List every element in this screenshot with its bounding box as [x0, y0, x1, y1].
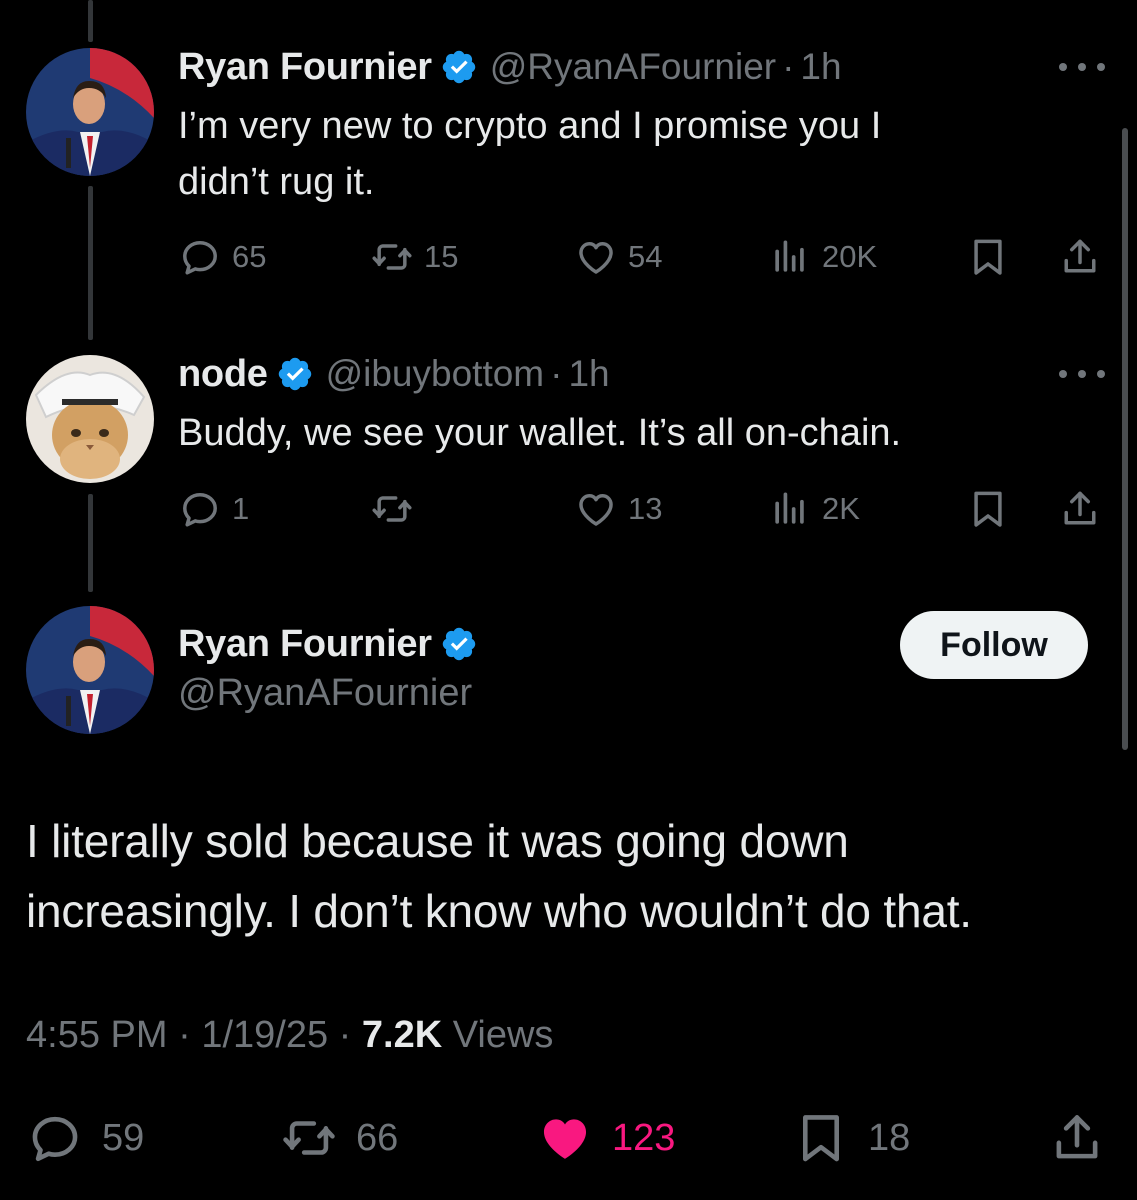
timestamp[interactable]: 1h — [568, 353, 609, 395]
repost-icon — [370, 487, 414, 531]
views-button[interactable]: 20K — [768, 234, 877, 280]
timestamp[interactable]: 1h — [800, 46, 841, 88]
user-handle[interactable]: @ibuybottom — [326, 353, 545, 395]
share-button[interactable] — [1058, 486, 1102, 532]
share-icon — [1058, 487, 1102, 531]
main-tweet-header: Ryan Fournier — [178, 622, 478, 666]
display-name[interactable]: Ryan Fournier — [178, 623, 432, 666]
avatar[interactable] — [26, 606, 154, 734]
action-bar: 65 15 54 20K — [178, 234, 1108, 280]
heart-filled-icon — [536, 1109, 594, 1167]
bookmark-button[interactable] — [966, 234, 1010, 280]
reply-count: 59 — [102, 1116, 145, 1159]
share-button[interactable] — [1048, 1108, 1106, 1168]
views-button[interactable]: 2K — [768, 486, 860, 532]
tweet-text-line: increasingly. I don’t know who wouldn’t … — [26, 885, 972, 937]
tweet-text: Buddy, we see your wallet. It’s all on-c… — [178, 405, 1027, 461]
like-button[interactable]: 123 — [536, 1108, 675, 1168]
bookmark-button[interactable]: 18 — [792, 1108, 910, 1168]
heart-icon — [574, 235, 618, 279]
repost-button[interactable]: 66 — [280, 1108, 398, 1168]
reply-icon — [178, 235, 222, 279]
follow-button[interactable]: Follow — [900, 611, 1088, 679]
tweet-header: node @ibuybottom · 1h — [178, 352, 610, 396]
avatar[interactable] — [26, 48, 154, 176]
bookmark-icon — [792, 1109, 850, 1167]
avatar-photo-cat — [26, 355, 154, 483]
avatar-photo-ryan — [26, 48, 154, 176]
reply-button[interactable]: 59 — [26, 1108, 144, 1168]
reply-count: 65 — [232, 239, 267, 274]
views-label: Views — [452, 1014, 554, 1056]
reply-icon — [26, 1109, 84, 1167]
reply-icon — [178, 487, 222, 531]
main-action-bar: 59 66 123 18 — [26, 1108, 1116, 1168]
main-tweet-text: I literally sold because it was going do… — [26, 806, 1097, 946]
like-button[interactable]: 13 — [574, 486, 662, 532]
views-count: 20K — [822, 239, 878, 274]
post-date[interactable]: 1/19/25 — [201, 1014, 328, 1056]
user-handle[interactable]: @RyanAFournier — [178, 672, 472, 715]
bookmark-icon — [966, 235, 1010, 279]
views-total: 7.2K — [361, 1014, 443, 1056]
thread-line-top — [88, 0, 93, 42]
like-count: 54 — [628, 239, 663, 274]
tweet-text-line: I’m very new to crypto and I promise you… — [178, 105, 882, 147]
views-chart-icon — [768, 235, 812, 279]
share-icon — [1048, 1109, 1106, 1167]
share-button[interactable] — [1058, 234, 1102, 280]
repost-button[interactable] — [370, 486, 414, 532]
avatar[interactable] — [26, 355, 154, 483]
tweet-text-line: Buddy, we see your wallet. It’s all on-c… — [178, 412, 902, 454]
verified-icon — [440, 625, 478, 663]
display-name[interactable]: Ryan Fournier — [178, 46, 432, 89]
like-count: 13 — [628, 491, 663, 526]
tweet-text-line: I literally sold because it was going do… — [26, 815, 849, 867]
more-options-icon[interactable] — [1059, 57, 1105, 77]
share-icon — [1058, 235, 1102, 279]
repost-button[interactable]: 15 — [370, 234, 458, 280]
heart-icon — [574, 487, 618, 531]
user-handle[interactable]: @RyanAFournier — [490, 46, 776, 88]
repost-count: 66 — [356, 1116, 399, 1159]
tweet-meta: 4:55 PM · 1/19/25 · 7.2K Views — [26, 1014, 553, 1057]
tweet-text-line: didn’t rug it. — [178, 161, 375, 203]
action-bar: 1 13 2K — [178, 486, 1108, 532]
views-chart-icon — [768, 487, 812, 531]
separator: · — [178, 1014, 191, 1056]
bookmark-button[interactable] — [966, 486, 1010, 532]
thread-line-1 — [88, 186, 93, 340]
display-name[interactable]: node — [178, 353, 268, 396]
like-count: 123 — [612, 1116, 676, 1159]
post-time[interactable]: 4:55 PM — [26, 1014, 168, 1056]
tweet-text: I’m very new to crypto and I promise you… — [178, 98, 1027, 210]
reply-button[interactable]: 65 — [178, 234, 266, 280]
avatar-photo-ryan — [26, 606, 154, 734]
reply-count: 1 — [232, 491, 250, 526]
thread-line-2 — [88, 494, 93, 592]
repost-icon — [280, 1109, 338, 1167]
bookmark-icon — [966, 487, 1010, 531]
reply-button[interactable]: 1 — [178, 486, 249, 532]
scrollbar[interactable] — [1122, 128, 1128, 750]
repost-icon — [370, 235, 414, 279]
like-button[interactable]: 54 — [574, 234, 662, 280]
separator: · — [550, 353, 563, 394]
separator: · — [338, 1014, 352, 1056]
separator: · — [782, 46, 795, 87]
bookmark-count: 18 — [868, 1116, 911, 1159]
views-count: 2K — [822, 491, 860, 526]
repost-count: 15 — [424, 239, 459, 274]
tweet-header: Ryan Fournier @RyanAFournier · 1h — [178, 45, 842, 89]
verified-icon — [276, 355, 314, 393]
verified-icon — [440, 48, 478, 86]
more-options-icon[interactable] — [1059, 364, 1105, 384]
